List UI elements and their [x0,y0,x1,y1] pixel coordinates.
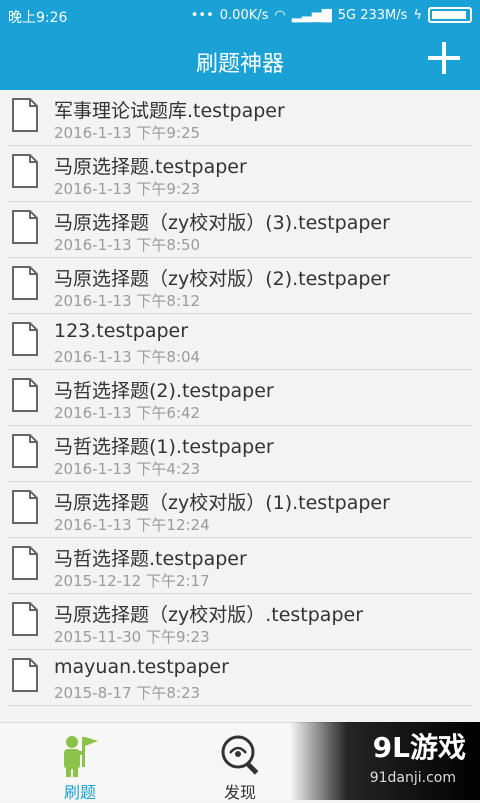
file-name: 马原选择题（zy校对版）(3).testpaper [54,212,390,234]
list-item[interactable]: 马哲选择题(1).testpaper 2016-1-13 下午4:23 [8,426,472,482]
document-icon [12,210,38,244]
document-icon [12,602,38,636]
watermark: 9L游戏 91danji.com [290,722,480,800]
status-time: 晚上9:26 [8,10,68,26]
document-icon [12,658,38,692]
file-date: 2016-1-13 下午9:23 [54,180,201,198]
document-icon [12,98,38,132]
app-bar: 刷题神器 [0,32,480,90]
network-speed: 0.00K/s [219,7,269,23]
file-date: 2016-1-13 下午8:12 [54,292,201,310]
discover-icon [221,735,259,775]
list-item[interactable]: 马原选择题（zy校对版）(3).testpaper 2016-1-13 下午8:… [8,202,472,258]
signal-speed: 5G 233M/s [337,7,408,23]
file-date: 2016-1-13 下午8:50 [54,236,201,254]
list-item[interactable]: 军事理论试题库.testpaper 2016-1-13 下午9:25 [8,90,472,146]
file-name: 马原选择题.testpaper [54,156,247,178]
file-name: 军事理论试题库.testpaper [54,100,285,122]
document-icon [12,546,38,580]
tab-discover[interactable]: 发现 [190,733,290,802]
file-name: 马原选择题（zy校对版）(2).testpaper [54,268,390,290]
file-name: 马原选择题（zy校对版）(1).testpaper [54,492,390,514]
tab-practice[interactable]: 刷题 [30,733,130,802]
list-item[interactable]: 马哲选择题.testpaper 2015-12-12 下午2:17 [8,538,472,594]
page-title: 刷题神器 [195,52,284,77]
signal-icon: ▂▃▅▇ [291,7,332,23]
practice-icon [64,736,98,777]
file-date: 2015-11-30 下午9:23 [54,628,210,646]
document-icon [12,490,38,524]
list-item[interactable]: 马原选择题（zy校对版）(1).testpaper 2016-1-13 下午12… [8,482,472,538]
status-right: ••• 0.00K/s ◠ ▂▃▅▇ 5G 233M/s ϟ [191,7,472,23]
document-icon [12,322,38,356]
file-date: 2016-1-13 下午8:04 [54,348,201,366]
file-date: 2015-8-17 下午8:23 [54,684,201,702]
file-date: 2016-1-13 下午4:23 [54,460,201,478]
document-icon [12,434,38,468]
document-icon [12,266,38,300]
wifi-icon: ◠ [274,7,286,23]
list-item[interactable]: 马原选择题.testpaper 2016-1-13 下午9:23 [8,146,472,202]
list-item[interactable]: mayuan.testpaper 2015-8-17 下午8:23 [8,650,472,706]
file-date: 2016-1-13 下午12:24 [54,516,210,534]
file-name: 马哲选择题(1).testpaper [54,436,274,458]
file-name: 马哲选择题.testpaper [54,548,247,570]
battery-icon [428,7,472,23]
file-date: 2016-1-13 下午9:25 [54,124,201,142]
file-date: 2015-12-12 下午2:17 [54,572,210,590]
dots-icon: ••• [190,7,214,23]
document-icon [12,378,38,412]
plus-icon[interactable] [428,42,460,74]
watermark-logo: 9L游戏 [372,731,466,764]
status-bar: 晚上9:26 ••• 0.00K/s ◠ ▂▃▅▇ 5G 233M/s ϟ [0,0,480,32]
document-icon [12,154,38,188]
list-item[interactable]: 马原选择题（zy校对版）.testpaper 2015-11-30 下午9:23 [8,594,472,650]
charging-icon: ϟ [413,7,422,23]
tab-discover-label: 发现 [223,783,256,802]
watermark-site: 91danji.com [369,770,456,786]
file-date: 2016-1-13 下午6:42 [54,404,201,422]
file-name: 123.testpaper [54,320,189,342]
file-list: 军事理论试题库.testpaper 2016-1-13 下午9:25 马原选择题… [0,90,480,706]
list-item[interactable]: 123.testpaper 2016-1-13 下午8:04 [8,314,472,370]
list-item[interactable]: 马哲选择题(2).testpaper 2016-1-13 下午6:42 [8,370,472,426]
file-name: 马原选择题（zy校对版）.testpaper [54,604,364,626]
file-name: 马哲选择题(2).testpaper [54,380,274,402]
tab-practice-label: 刷题 [63,783,96,802]
list-item[interactable]: 马原选择题（zy校对版）(2).testpaper 2016-1-13 下午8:… [8,258,472,314]
file-name: mayuan.testpaper [54,656,229,678]
